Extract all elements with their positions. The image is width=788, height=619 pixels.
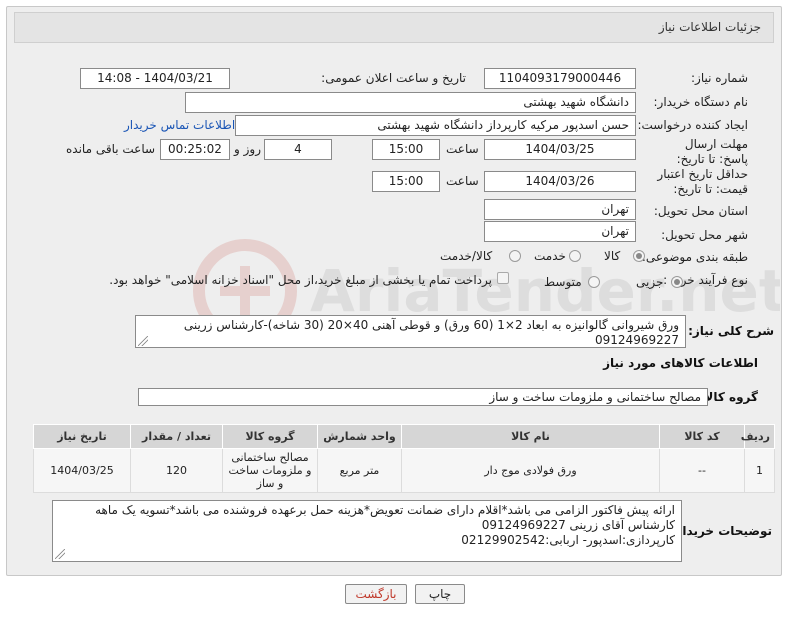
description-label: شرح کلی نیاز: bbox=[688, 324, 774, 338]
back-button[interactable]: بازگشت bbox=[345, 584, 407, 604]
col-index: ردیف bbox=[741, 424, 775, 449]
col-unit: واحد شمارش bbox=[317, 424, 402, 449]
goods-group-field[interactable]: مصالح ساختمانی و ملزومات ساخت و ساز bbox=[138, 388, 708, 406]
buyer-notes-line: ارائه پیش فاکتور الزامی می باشد*اقلام دا… bbox=[95, 503, 675, 517]
buyer-org-field[interactable]: دانشگاه شهید بهشتی bbox=[185, 92, 636, 113]
category-label: طبقه بندی موضوعی: bbox=[641, 250, 748, 264]
buyer-notes-label: توضیحات خریدار: bbox=[670, 524, 772, 538]
need-number-label: شماره نیاز: bbox=[691, 71, 748, 85]
col-qty: تعداد / مقدار bbox=[130, 424, 223, 449]
description-textarea[interactable]: ورق شیروانی گالوانیزه به ابعاد 2×1 (60 و… bbox=[135, 315, 686, 348]
buyer-org-label: نام دستگاه خریدار: bbox=[653, 95, 749, 109]
items-table: ردیف کد کالا نام کالا واحد شمارش گروه کا… bbox=[33, 424, 775, 493]
table-row[interactable]: 1 -- ورق فولادی موج دار متر مربع مصالح س… bbox=[33, 448, 775, 493]
cell-qty: 120 bbox=[130, 448, 223, 493]
cell-name: ورق فولادی موج دار bbox=[401, 448, 660, 493]
announce-datetime-field[interactable]: 1404/03/21 - 14:08 bbox=[80, 68, 230, 89]
category-radio-goods-service[interactable] bbox=[509, 250, 521, 262]
delivery-province-label: استان محل تحویل: bbox=[653, 204, 748, 218]
days-label: روز و bbox=[234, 142, 261, 156]
cell-index: 1 bbox=[744, 448, 775, 493]
purchase-radio-medium[interactable] bbox=[588, 276, 600, 288]
requester-field[interactable]: حسن اسدپور مرکیه کارپرداز دانشگاه شهید ب… bbox=[235, 115, 636, 136]
col-date: تاریخ نیاز bbox=[33, 424, 131, 449]
price-validity-time-field[interactable]: 15:00 bbox=[372, 171, 440, 192]
buyer-contact-link[interactable]: اطلاعات تماس خریدار bbox=[124, 118, 235, 132]
delivery-province-field[interactable]: تهران bbox=[484, 199, 636, 220]
remaining-label: ساعت باقی مانده bbox=[66, 142, 156, 156]
purchase-option-medium: متوسط bbox=[544, 275, 582, 289]
buyer-notes-line: کارپردازی:اسدپور- اربابی:02129902542 bbox=[461, 533, 675, 547]
items-table-header: ردیف کد کالا نام کالا واحد شمارش گروه کا… bbox=[33, 424, 775, 449]
cell-group: مصالح ساختمانی و ملزومات ساخت و ساز bbox=[222, 448, 318, 493]
category-option-service: خدمت bbox=[534, 249, 566, 263]
buyer-notes-line: کارشناس آقای زرینی 09124969227 bbox=[481, 518, 675, 532]
resize-grip-icon[interactable] bbox=[55, 549, 65, 559]
need-number-field[interactable]: 1104093179000446 bbox=[484, 68, 636, 89]
title-bar: جزئیات اطلاعات نیاز bbox=[14, 12, 774, 43]
reply-time-label: ساعت bbox=[446, 142, 479, 156]
purchase-radio-minor[interactable] bbox=[671, 276, 683, 288]
cell-date: 1404/03/25 bbox=[33, 448, 131, 493]
category-radio-goods[interactable] bbox=[633, 250, 645, 262]
category-radio-service[interactable] bbox=[569, 250, 581, 262]
reply-days-field[interactable]: 4 bbox=[264, 139, 332, 160]
resize-grip-icon[interactable] bbox=[138, 336, 148, 346]
delivery-city-field[interactable]: تهران bbox=[484, 221, 636, 242]
treasury-note: پرداخت تمام یا بخشی از مبلغ خرید،از محل … bbox=[109, 273, 492, 287]
col-name: نام کالا bbox=[401, 424, 660, 449]
price-validity-date-field[interactable]: 1404/03/26 bbox=[484, 171, 636, 192]
price-validity-label: حداقل تاریخ اعتبار قیمت: تا تاریخ: bbox=[657, 167, 748, 196]
print-button[interactable]: چاپ bbox=[415, 584, 465, 604]
reply-date-field[interactable]: 1404/03/25 bbox=[484, 139, 636, 160]
delivery-city-label: شهر محل تحویل: bbox=[661, 228, 748, 242]
reply-time-field[interactable]: 15:00 bbox=[372, 139, 440, 160]
cell-code: -- bbox=[659, 448, 745, 493]
price-validity-time-label: ساعت bbox=[446, 174, 479, 188]
category-option-goods: کالا bbox=[604, 249, 621, 263]
goods-info-title: اطلاعات کالاهای مورد نیاز bbox=[603, 356, 758, 370]
treasury-checkbox[interactable] bbox=[497, 272, 509, 284]
col-code: کد کالا bbox=[659, 424, 745, 449]
goods-group-label: گروه کالا: bbox=[699, 390, 758, 404]
col-group: گروه کالا bbox=[222, 424, 318, 449]
cell-unit: متر مربع bbox=[317, 448, 402, 493]
remaining-time-field[interactable]: 00:25:02 bbox=[160, 139, 230, 160]
requester-label: ایجاد کننده درخواست: bbox=[637, 118, 748, 132]
category-option-goods-service: کالا/خدمت bbox=[440, 249, 493, 263]
reply-deadline-label: مهلت ارسال پاسخ: تا تاریخ: bbox=[676, 137, 748, 166]
buyer-notes-textarea[interactable]: ارائه پیش فاکتور الزامی می باشد*اقلام دا… bbox=[52, 500, 682, 562]
description-text: ورق شیروانی گالوانیزه به ابعاد 2×1 (60 و… bbox=[183, 318, 679, 347]
announce-datetime-label: تاریخ و ساعت اعلان عمومی: bbox=[321, 71, 466, 85]
purchase-option-minor: جزیی bbox=[636, 275, 664, 289]
page-title: جزئیات اطلاعات نیاز bbox=[658, 20, 761, 34]
